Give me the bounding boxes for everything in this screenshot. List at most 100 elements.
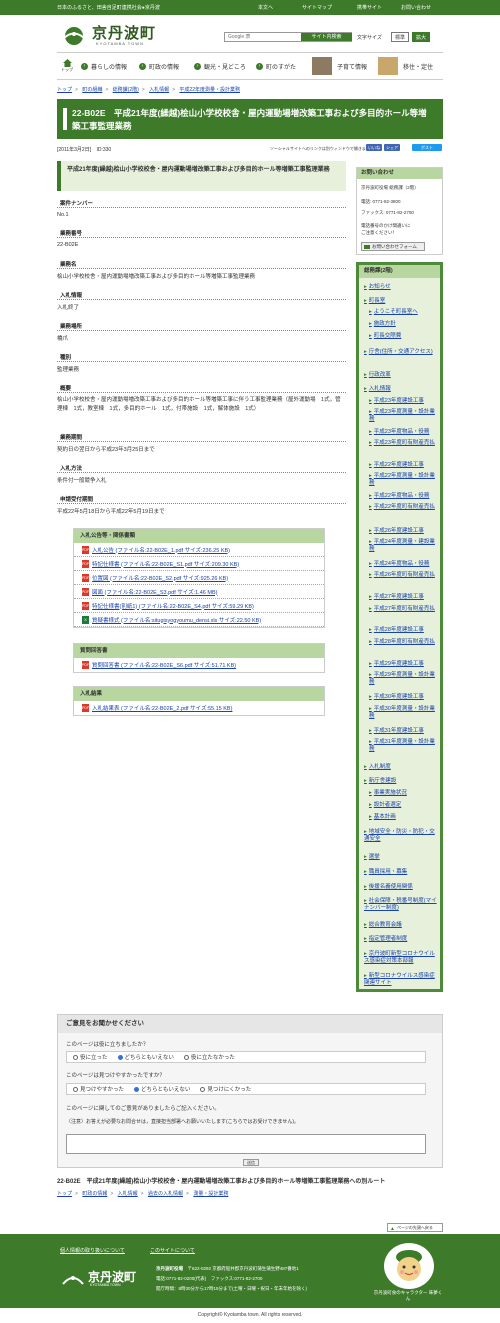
sidebar-item[interactable]: 基本計画: [369, 814, 396, 821]
contact-note-1: 電話番号のかけ間違いに: [361, 223, 411, 228]
feedback-textarea[interactable]: [66, 1134, 426, 1154]
sidebar-item[interactable]: 入札情報: [364, 386, 391, 393]
route-crumb-survey-design[interactable]: 測量・設計業務: [193, 1191, 228, 1197]
sidebar-item[interactable]: 選挙: [364, 854, 380, 861]
radio-neutral[interactable]: どちらともいえない: [117, 1053, 174, 1061]
doc-link[interactable]: 特記仕様書(別紙1) (ファイル名:22-B02E_S4.pdf サイズ:59.…: [92, 602, 254, 610]
sidebar-item[interactable]: 平成22年度町有財産売払: [369, 504, 439, 511]
doc-link[interactable]: 入札結果表 (ファイル名:22-B02E_2.pdf サイズ:55.15 KB): [92, 704, 232, 712]
sidebar-item[interactable]: ようこそ町長室へ: [369, 309, 418, 316]
font-size-standard-button[interactable]: 標準: [391, 32, 409, 42]
sidebar-item[interactable]: 行政改革: [364, 372, 391, 379]
nav-top[interactable]: トップ: [61, 53, 73, 79]
sidebar-item[interactable]: お知らせ: [364, 284, 391, 291]
font-size-large-button[interactable]: 拡大: [412, 32, 430, 42]
post-button[interactable]: ポスト: [412, 144, 442, 151]
sidebar-item[interactable]: 新型コロナウイルス感染症関連サイト: [364, 973, 440, 987]
doc-link[interactable]: 特記仕様書 (ファイル名:22-B02E_S1.pdf サイズ:209.30 K…: [92, 560, 239, 568]
route-crumb-town-admin[interactable]: 町政の情報: [82, 1191, 107, 1197]
radio-easy-to-find[interactable]: 見つけやすかった: [73, 1085, 124, 1093]
doc-row: PDF 図面 (ファイル名:22-B02E_S3.pdf サイズ:1.46 MB): [74, 585, 324, 599]
radio-helpful[interactable]: 役に立った: [73, 1053, 108, 1061]
sidebar-item[interactable]: 平成23年度測量・設計業務: [369, 409, 439, 423]
nav-migration[interactable]: 移住・定住: [378, 53, 433, 79]
sidebar-item[interactable]: 平成30年度建設工事: [369, 694, 424, 701]
sidebar-item[interactable]: 平成28年度町有財産売払: [369, 639, 439, 646]
sidebar-item[interactable]: 平成26年度町有財産売払: [369, 572, 439, 579]
sidebar-item[interactable]: 入札制度: [364, 764, 391, 771]
nav-living[interactable]: › 暮らしの情報: [81, 53, 127, 79]
sitemap-link[interactable]: サイトマップ: [302, 4, 332, 11]
radio-hard-to-find[interactable]: 見つけにくかった: [200, 1085, 251, 1093]
breadcrumb-bidding[interactable]: 入札情報: [149, 87, 169, 93]
contact-link[interactable]: お問い合わせ: [401, 4, 431, 11]
sidebar-item[interactable]: 平成23年度建設工事: [369, 398, 424, 405]
sidebar-item[interactable]: 平成23年度町有財産売払: [369, 440, 439, 447]
pdf-icon: PDF: [82, 661, 89, 669]
mobile-site-link[interactable]: 携帯サイト: [357, 4, 382, 11]
footer-privacy-link[interactable]: 個人情報の取り扱いについて: [60, 1247, 125, 1254]
feedback-submit-button[interactable]: 送信: [243, 1159, 259, 1166]
nav-town-admin[interactable]: › 町政の情報: [139, 53, 179, 79]
doc-link[interactable]: 位置図 (ファイル名:22-B02E_S2.pdf サイズ:925.26 KB): [92, 574, 228, 582]
sidebar-item[interactable]: 平成24年度測量・建設業務: [369, 539, 439, 553]
nav-tourism[interactable]: › 観光・見どころ: [194, 53, 246, 79]
doc-link[interactable]: 質疑書様式 (ファイル名:situgisyogyoumu_densi.xls サ…: [92, 616, 261, 624]
sidebar-item[interactable]: 平成27年度町有財産売払: [369, 606, 439, 613]
divider: [57, 268, 346, 269]
breadcrumb-general-affairs[interactable]: 総務課(2階): [113, 87, 139, 93]
publish-date: [2011年3月2日]: [57, 147, 92, 153]
town-logo-icon[interactable]: [60, 26, 88, 46]
facebook-like-button[interactable]: いいね: [366, 144, 382, 151]
sidebar-item[interactable]: 町長室: [364, 298, 386, 305]
sidebar-item[interactable]: 地域安全・防災・防犯・交通安全: [364, 829, 440, 843]
sidebar-item[interactable]: 新庁舎建設: [364, 778, 397, 785]
sidebar-item[interactable]: 平成31年度建設工事: [369, 728, 424, 735]
sidebar-item[interactable]: 平成26年度建設工事: [369, 528, 424, 535]
sidebar-item[interactable]: 庁舎(住所・交通アクセス): [364, 349, 440, 356]
contact-form-button[interactable]: お問い合わせフォーム: [361, 242, 425, 251]
sidebar-item[interactable]: 平成22年度物品・役務: [369, 493, 430, 500]
back-to-top-button[interactable]: ▲ ページの先頭へ戻る: [387, 1223, 443, 1232]
nav-childcare[interactable]: 子育て情報: [312, 53, 367, 79]
sidebar-item[interactable]: 指定管理者制度: [364, 936, 408, 943]
sidebar-item[interactable]: 職員採用・募集: [364, 869, 408, 876]
route-crumb-bidding[interactable]: 入札情報: [118, 1191, 138, 1197]
search-button[interactable]: サイト内検索: [301, 33, 352, 41]
sidebar-item[interactable]: 社会保障・税番号制度(マイナンバー制度): [364, 898, 440, 912]
nav-town-profile[interactable]: › 町のすがた: [256, 53, 296, 79]
radio-neutral-2[interactable]: どちらともいえない: [134, 1085, 190, 1093]
doc-link[interactable]: 図面 (ファイル名:22-B02E_S3.pdf サイズ:1.46 MB): [92, 588, 217, 596]
route-crumb-past-bidding[interactable]: 過去の入札情報: [148, 1191, 183, 1197]
breadcrumb-top[interactable]: トップ: [57, 87, 72, 93]
doc-link[interactable]: 入札公告 (ファイル名:22-B02E_1.pdf サイズ:236.25 KB): [92, 546, 230, 554]
sidebar-item[interactable]: 平成29年度建設工事: [369, 661, 424, 668]
sidebar-item[interactable]: 町長交際費: [369, 333, 402, 340]
sidebar-item[interactable]: 平成29年度測量・設計業務: [369, 672, 439, 686]
sidebar-item[interactable]: 総合教育会議: [364, 922, 402, 929]
sidebar-item[interactable]: 平成27年度建設工事: [369, 594, 424, 601]
skip-to-content-link[interactable]: 本文へ: [258, 4, 273, 11]
sidebar-item[interactable]: 平成23年度物品・役務: [369, 429, 430, 436]
sidebar-item[interactable]: 平成28年度建設工事: [369, 627, 424, 634]
sidebar-item[interactable]: 施政方針: [369, 321, 396, 328]
sidebar-item[interactable]: 平成22年度測量・設計業務: [369, 473, 439, 487]
breadcrumb-survey-design[interactable]: 平成22年度測量・設計業務: [179, 87, 240, 93]
sidebar-item[interactable]: 平成30年度測量・設計業務: [369, 706, 439, 720]
sidebar-item[interactable]: 後援名義使用関係: [364, 884, 413, 891]
breadcrumb-organization[interactable]: 町の組織: [82, 87, 102, 93]
radio-not-helpful[interactable]: 役に立たなかった: [183, 1053, 235, 1061]
sidebar-item[interactable]: 平成24年度物品・役務: [369, 561, 430, 568]
sidebar-item[interactable]: 平成31年度測量・設計業務: [369, 739, 439, 753]
facebook-share-button[interactable]: シェア: [384, 144, 400, 151]
town-logo-name[interactable]: 京丹波町: [92, 22, 156, 43]
route-crumb-top[interactable]: トップ: [57, 1191, 72, 1197]
footer-about-link[interactable]: このサイトについて: [150, 1247, 195, 1254]
sidebar-item[interactable]: 平成22年度建設工事: [369, 462, 424, 469]
sidebar-item[interactable]: 事業実施状況: [369, 790, 407, 797]
search-input[interactable]: [225, 33, 301, 41]
doc-link[interactable]: 質問回答書 (ファイル名:22-B02E_S6.pdf サイズ:51.71 KB…: [92, 661, 236, 669]
sidebar-item[interactable]: 設計者選定: [369, 802, 402, 809]
feedback-options-1: 役に立った どちらともいえない 役に立たなかった: [66, 1051, 426, 1063]
sidebar-item[interactable]: 京丹波町新型コロナウイルス感染症対策本部報: [364, 951, 440, 965]
